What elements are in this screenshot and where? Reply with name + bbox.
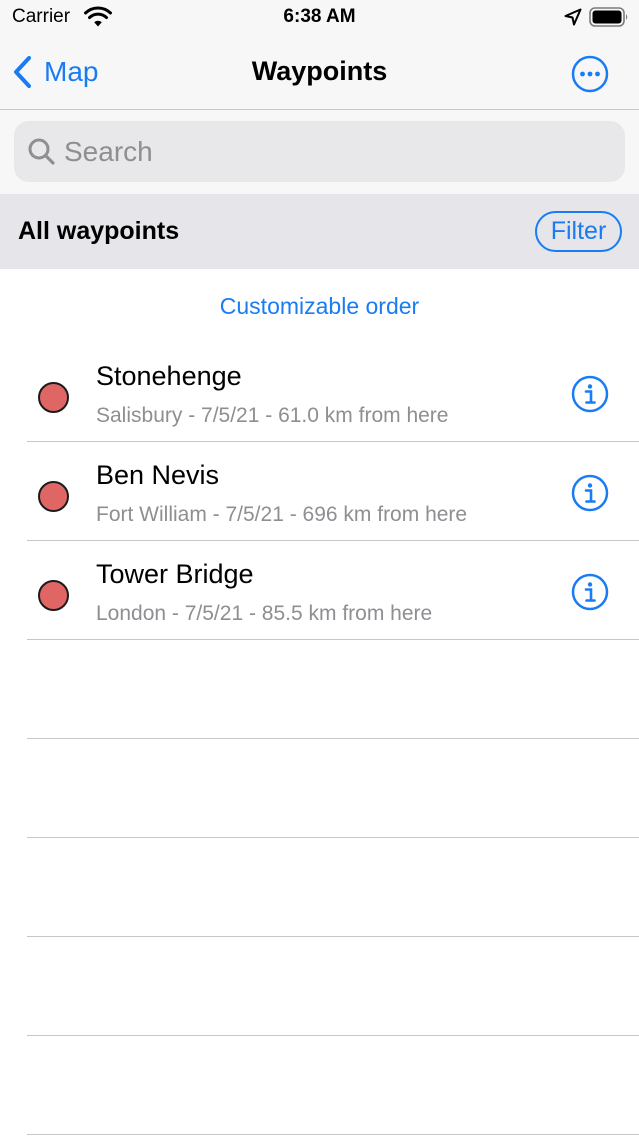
status-time: 6:38 AM xyxy=(283,6,356,27)
search-field[interactable] xyxy=(14,121,625,182)
filter-button[interactable]: Filter xyxy=(535,211,622,252)
waypoint-row[interactable]: Tower Bridge London - 7/5/21 - 85.5 km f… xyxy=(0,541,639,640)
waypoint-name: Stonehenge xyxy=(96,361,242,391)
section-header: All waypoints Filter xyxy=(0,194,639,269)
waypoints-screen: Carrier 6:38 AM Map Waypoints Search All… xyxy=(0,0,639,1136)
info-icon[interactable] xyxy=(571,474,609,512)
empty-row-separator xyxy=(27,1035,639,1036)
search-input[interactable] xyxy=(64,121,614,182)
search-bar xyxy=(0,110,639,194)
waypoint-list: Stonehenge Salisbury - 7/5/21 - 61.0 km … xyxy=(0,343,639,640)
battery-icon xyxy=(589,7,628,27)
info-icon[interactable] xyxy=(571,375,609,413)
waypoint-row[interactable]: Stonehenge Salisbury - 7/5/21 - 61.0 km … xyxy=(0,343,639,442)
row-separator xyxy=(27,639,639,640)
empty-row-separator xyxy=(27,1134,639,1135)
info-icon[interactable] xyxy=(571,573,609,611)
waypoint-color-dot xyxy=(38,481,69,512)
navigation-bar: Map Waypoints xyxy=(0,36,639,110)
waypoint-color-dot xyxy=(38,580,69,611)
location-arrow-icon xyxy=(564,8,582,26)
waypoint-row[interactable]: Ben Nevis Fort William - 7/5/21 - 696 km… xyxy=(0,442,639,541)
waypoint-detail: London - 7/5/21 - 85.5 km from here xyxy=(96,602,433,625)
section-title: All waypoints xyxy=(18,217,180,245)
waypoint-detail: Fort William - 7/5/21 - 696 km from here xyxy=(96,503,468,526)
page-title: Waypoints xyxy=(251,56,388,86)
more-options-icon[interactable] xyxy=(571,55,609,93)
status-bar: Carrier 6:38 AM xyxy=(0,0,639,36)
waypoint-detail: Salisbury - 7/5/21 - 61.0 km from here xyxy=(96,404,449,427)
empty-row-separator xyxy=(27,837,639,838)
customizable-order-button[interactable]: Customizable order xyxy=(0,293,639,320)
empty-row-separator xyxy=(27,936,639,937)
waypoint-color-dot xyxy=(38,382,69,413)
search-icon xyxy=(28,138,55,165)
waypoint-name: Tower Bridge xyxy=(96,559,254,589)
empty-row-separator xyxy=(27,738,639,739)
waypoint-name: Ben Nevis xyxy=(96,460,220,490)
